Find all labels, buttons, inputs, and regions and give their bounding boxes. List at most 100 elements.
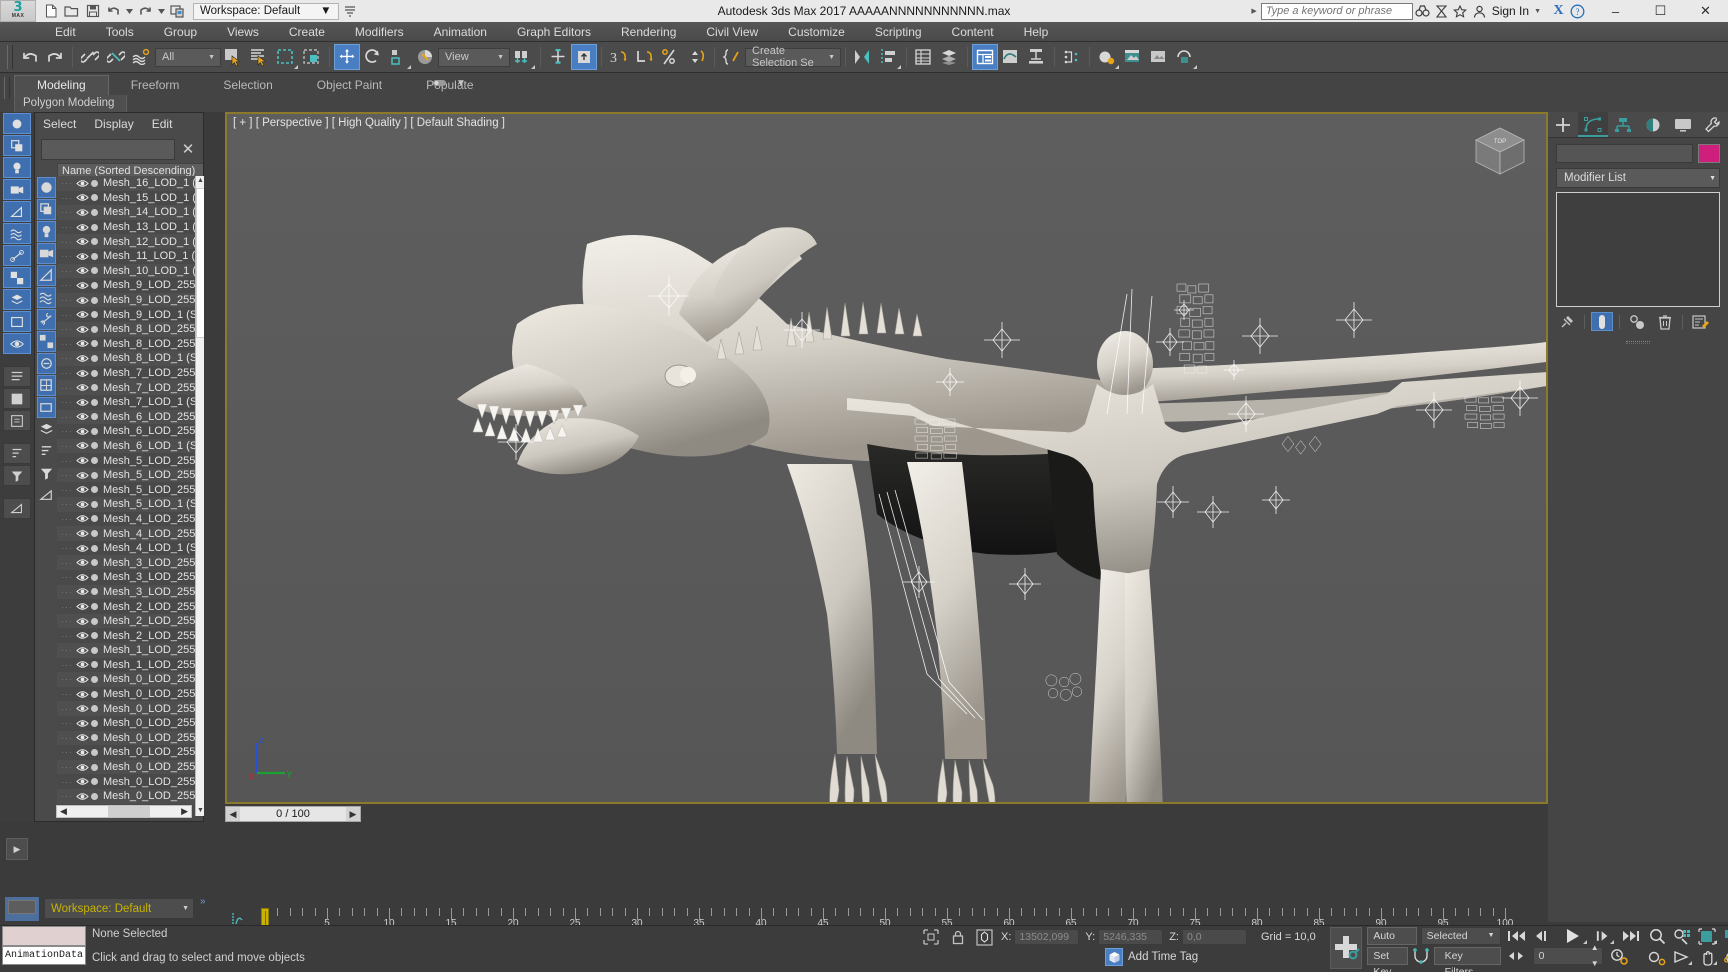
coord-z-value[interactable]: 0,0: [1181, 929, 1247, 945]
visibility-eye-icon[interactable]: [76, 179, 89, 188]
visibility-eye-icon[interactable]: [76, 266, 89, 275]
visibility-eye-icon[interactable]: [76, 558, 89, 567]
scene-explorer-row[interactable]: ··· Mesh_5_LOD_255 (Sk: [57, 453, 204, 468]
previous-frame-icon[interactable]: [1533, 927, 1554, 945]
rail-containers-icon[interactable]: [3, 311, 31, 332]
maxscript-mini-listener[interactable]: AnimationData: [2, 926, 86, 970]
visibility-eye-icon[interactable]: [76, 369, 89, 378]
scene-explorer-row[interactable]: ··· Mesh_6_LOD_255 (Sk: [57, 409, 204, 425]
visibility-eye-icon[interactable]: [76, 208, 89, 217]
spacewarps-filter-icon[interactable]: [37, 287, 56, 308]
menu-item-graph-editors[interactable]: Graph Editors: [502, 22, 606, 42]
key-mode-combo[interactable]: Selected ▼: [1420, 927, 1501, 945]
scene-explorer-row[interactable]: ··· Mesh_11_LOD_1 (Skin: [57, 248, 204, 264]
visibility-eye-icon[interactable]: [76, 690, 89, 699]
visibility-eye-icon[interactable]: [76, 354, 89, 363]
visibility-eye-icon[interactable]: [76, 252, 89, 261]
scene-explorer-row[interactable]: ··· Mesh_0_LOD_255 (Sk: [57, 686, 204, 702]
visibility-eye-icon[interactable]: [76, 339, 89, 348]
scene-explorer-row[interactable]: ··· Mesh_4_LOD_1 (Skinn: [57, 540, 204, 556]
visibility-eye-icon[interactable]: [76, 733, 89, 742]
menu-item-modifiers[interactable]: Modifiers: [340, 22, 419, 42]
lights-filter-icon[interactable]: [37, 221, 56, 242]
scroll-right-icon[interactable]: ▶: [178, 806, 191, 817]
scene-explorer-row[interactable]: ··· Mesh_2_LOD_255 (Sk: [57, 599, 204, 614]
open-file-icon[interactable]: [62, 2, 81, 21]
visibility-eye-icon[interactable]: [76, 514, 89, 523]
infocenter-search[interactable]: [1260, 2, 1413, 20]
explorer-menu-display[interactable]: Display: [94, 117, 133, 131]
scene-explorer-icon[interactable]: [937, 44, 963, 70]
search-input[interactable]: [1265, 5, 1408, 17]
sign-in-dropdown-icon[interactable]: ▼: [1532, 8, 1549, 15]
scene-explorer-row[interactable]: ··· Mesh_0_LOD_255 (Sk: [57, 715, 204, 731]
rail-sort-icon[interactable]: [3, 443, 31, 464]
scene-explorer-row[interactable]: ··· Mesh_7_LOD_1 (Skinn: [57, 394, 204, 410]
visibility-eye-icon[interactable]: [76, 427, 89, 436]
scene-explorer-horizontal-scrollbar[interactable]: ◀ ▶: [56, 805, 192, 818]
render-setup-icon[interactable]: [1120, 44, 1146, 70]
scene-explorer-row[interactable]: ··· Mesh_0_LOD_255 (Sk: [57, 759, 204, 775]
select-and-manipulate-icon[interactable]: [545, 44, 571, 70]
groups-filter-icon[interactable]: [37, 331, 56, 352]
visibility-eye-icon[interactable]: [76, 646, 89, 655]
visibility-eye-icon[interactable]: [76, 456, 89, 465]
menu-item-edit[interactable]: Edit: [40, 22, 91, 42]
align-icon[interactable]: [876, 44, 902, 70]
workspace-footer-combo[interactable]: Workspace: Default ▼: [44, 898, 194, 919]
coord-y-field[interactable]: Y: 5246,335: [1085, 929, 1164, 945]
hierarchy-tab[interactable]: [1608, 112, 1638, 137]
visibility-eye-icon[interactable]: [76, 719, 89, 728]
select-object-icon[interactable]: [221, 44, 247, 70]
visibility-eye-icon[interactable]: [76, 441, 89, 450]
toolbar-grip[interactable]: [7, 45, 13, 69]
visibility-eye-icon[interactable]: [76, 325, 89, 334]
play-animation-button[interactable]: [1560, 927, 1588, 945]
render-production-icon[interactable]: [1172, 44, 1198, 70]
scene-explorer-row[interactable]: ··· Mesh_5_LOD_255 (Sk: [57, 467, 204, 483]
spinner-snap-toggle-icon[interactable]: [684, 44, 710, 70]
scene-explorer-row[interactable]: ··· Mesh_2_LOD_255 (Sk: [57, 628, 204, 643]
scene-explorer-row[interactable]: ··· Mesh_8_LOD_255 (Sk: [57, 336, 204, 352]
scene-explorer-row[interactable]: ··· Mesh_12_LOD_1 (Skin: [57, 234, 204, 249]
workspace-thumbnail[interactable]: [4, 896, 40, 922]
ribbon-subtab-polygon-modeling[interactable]: Polygon Modeling: [14, 95, 128, 113]
scene-explorer-row[interactable]: ··· Mesh_10_LOD_1 (Skin: [57, 263, 204, 279]
visibility-eye-icon[interactable]: [76, 587, 89, 596]
sort-filter-icon[interactable]: [37, 441, 56, 462]
angle-snap-3-icon[interactable]: 3: [606, 44, 632, 70]
ribbon-tab-selection[interactable]: Selection: [201, 76, 294, 95]
modify-tab[interactable]: [1578, 112, 1608, 137]
rail-box-icon[interactable]: [3, 388, 31, 409]
visibility-eye-icon[interactable]: [76, 573, 89, 582]
user-account-icon[interactable]: [1470, 2, 1489, 21]
helpers-filter-icon[interactable]: [37, 265, 56, 286]
key-step-arrows-icon[interactable]: [1506, 947, 1527, 965]
scene-explorer-row[interactable]: ··· Mesh_7_LOD_255 (Sk: [57, 365, 204, 381]
rail-spacewarps-icon[interactable]: [3, 223, 31, 244]
close-button[interactable]: ✕: [1683, 0, 1728, 22]
rail-helpers-icon[interactable]: [3, 201, 31, 222]
scene-explorer-row[interactable]: ··· Mesh_2_LOD_255 (Sk: [57, 613, 204, 629]
layers-filter-icon[interactable]: [37, 419, 56, 440]
scene-explorer-row[interactable]: ··· Mesh_0_LOD_255 (Sk: [57, 788, 204, 804]
select-by-name-icon[interactable]: [247, 44, 273, 70]
snap-toggle-button[interactable]: [571, 44, 597, 70]
scene-explorer-row[interactable]: ··· Mesh_0_LOD_255 (Sk: [57, 701, 204, 716]
scene-explorer-row[interactable]: ··· Mesh_14_LOD_1 (Skin: [57, 205, 204, 220]
scene-explorer-row[interactable]: ··· Mesh_0_LOD_255 (Sk: [57, 730, 204, 746]
menu-item-tools[interactable]: Tools: [91, 22, 149, 42]
zoom-extents-all-icon[interactable]: [1722, 927, 1728, 945]
search-binoculars-icon[interactable]: [1413, 2, 1432, 21]
maximize-button[interactable]: ☐: [1638, 0, 1683, 22]
menu-item-views[interactable]: Views: [212, 22, 274, 42]
scene-explorer-object-list[interactable]: ··· Mesh_16_LOD_1 (Skin ··· Mesh_15_LOD_1 (…: [57, 176, 204, 816]
animation-playback-tab[interactable]: ▶: [6, 838, 28, 860]
scene-explorer-row[interactable]: ··· Mesh_9_LOD_255 (Sk: [57, 278, 204, 293]
visibility-eye-icon[interactable]: [76, 704, 89, 713]
ribbon-display-mode-icon[interactable]: [430, 75, 448, 91]
bones-filter-icon[interactable]: [37, 309, 56, 330]
menu-item-customize[interactable]: Customize: [773, 22, 860, 42]
sign-in-button[interactable]: Sign In: [1489, 4, 1532, 18]
selection-lock-icon[interactable]: [947, 928, 968, 946]
